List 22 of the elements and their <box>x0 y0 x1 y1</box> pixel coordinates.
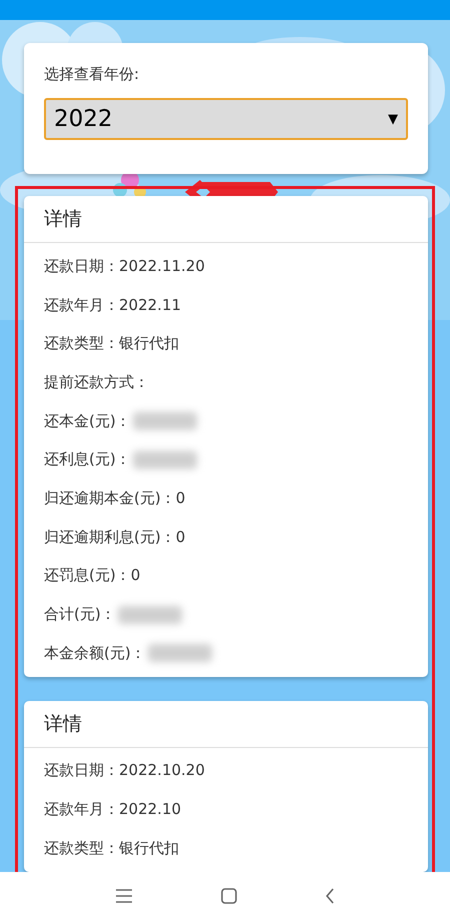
year-label: 选择查看年份: <box>44 65 140 84</box>
field-label: 合计(元)： <box>44 605 116 624</box>
field-label: 还利息(元)： <box>44 450 131 470</box>
detail-line: 还款类型：银行代扣 <box>44 334 179 354</box>
back-icon[interactable] <box>324 887 336 905</box>
detail-line: 还款类型：银行代扣 <box>44 838 179 858</box>
card-title: 详情 <box>24 700 428 748</box>
field-label: 还本金(元)： <box>44 412 131 431</box>
detail-line: 还款年月：2022.10 <box>44 800 182 820</box>
year-select[interactable]: 2022 ▼ <box>44 98 408 140</box>
field-label: 本金余额(元)： <box>44 644 146 663</box>
detail-line: 提前还款方式： <box>44 372 149 392</box>
card-title: 详情 <box>24 196 428 243</box>
detail-line: 还款日期：2022.11.20 <box>44 256 205 276</box>
home-icon[interactable] <box>220 887 238 905</box>
detail-line: 还款日期：2022.10.20 <box>44 761 205 780</box>
detail-line: 归还逾期本金(元)：0 <box>44 488 186 508</box>
detail-line: 还罚息(元)：0 <box>44 566 140 586</box>
detail-line: 归还逾期利息(元)：0 <box>44 528 186 547</box>
detail-line: 还款年月：2022.11 <box>44 296 182 315</box>
dropdown-arrow-icon: ▼ <box>388 112 398 126</box>
menu-icon[interactable] <box>114 888 134 904</box>
